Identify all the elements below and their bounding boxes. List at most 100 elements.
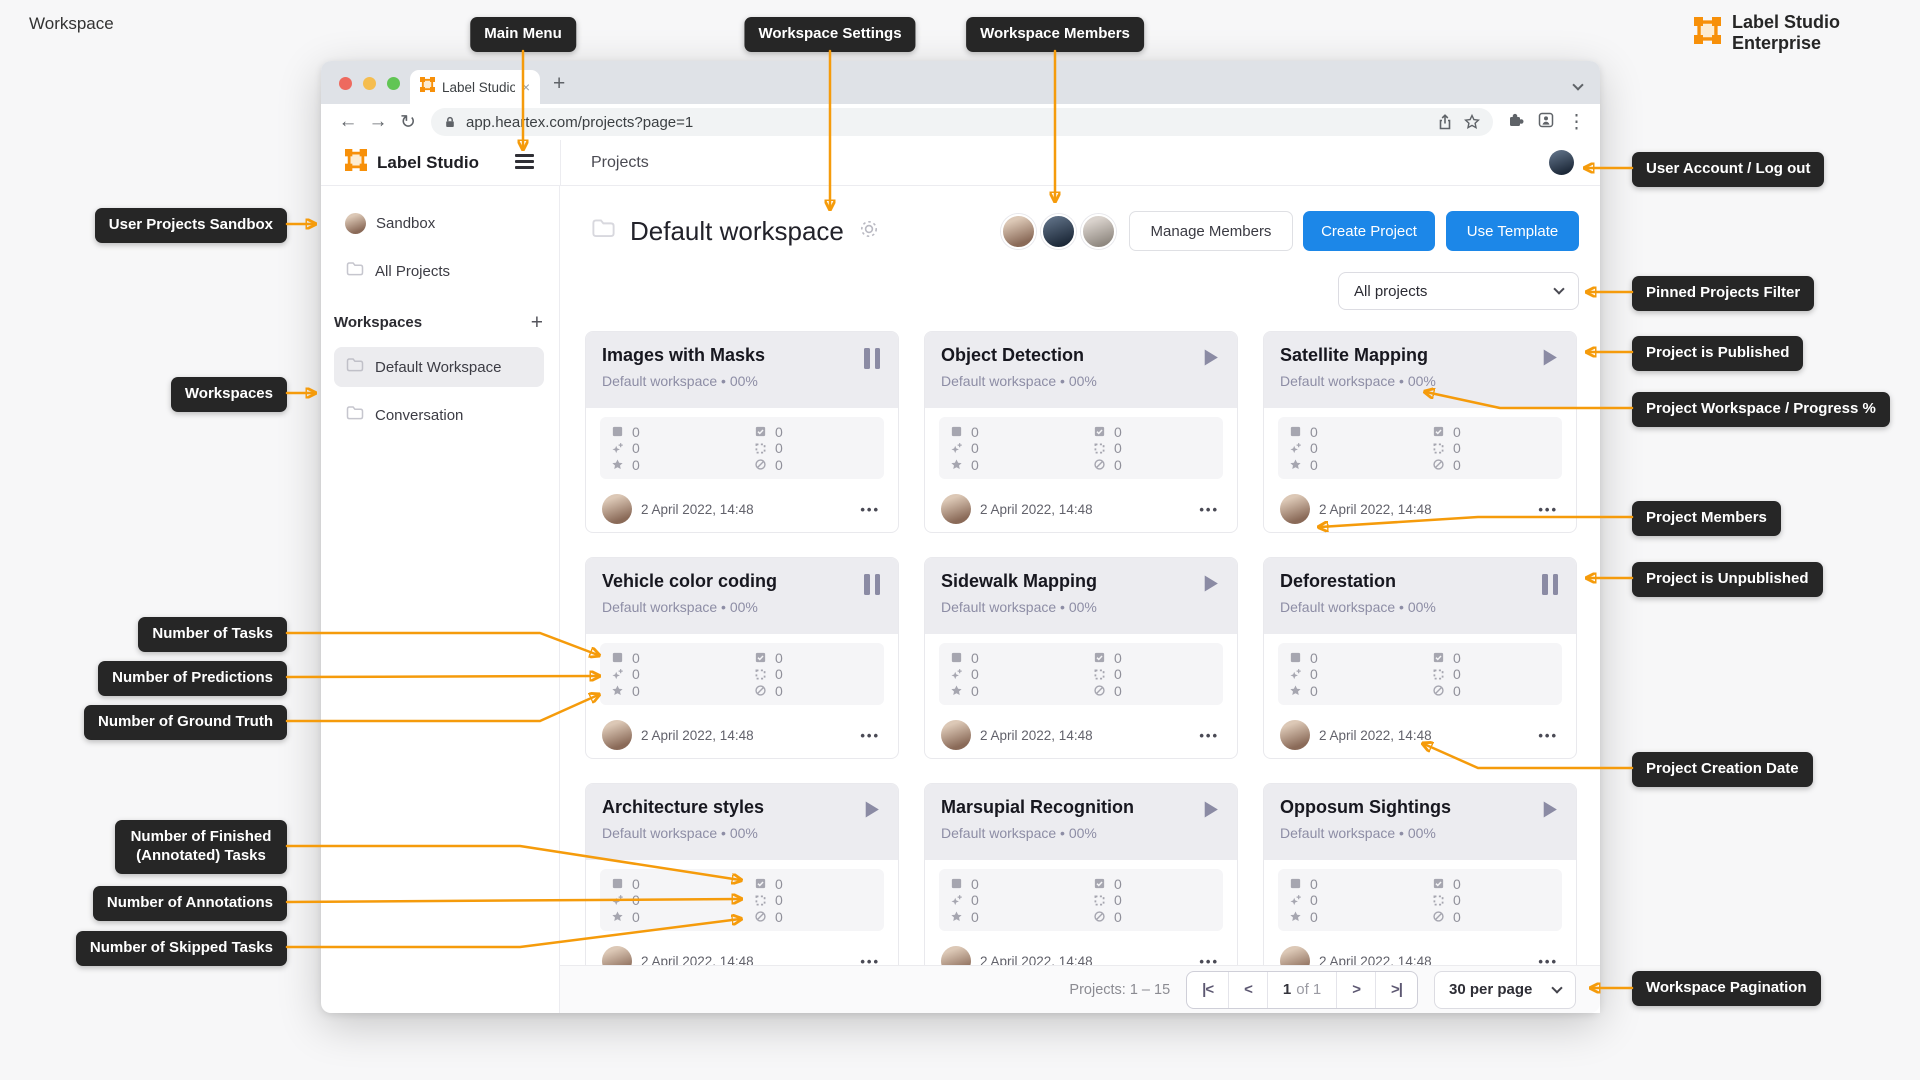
project-meta: Default workspace • 00%	[941, 373, 1097, 389]
workspace-member-avatars[interactable]	[1001, 213, 1116, 249]
project-title[interactable]: Deforestation	[1280, 571, 1558, 592]
new-tab-icon[interactable]: +	[553, 72, 565, 96]
project-member-avatar[interactable]	[941, 494, 971, 524]
annotations-icon	[1432, 894, 1445, 907]
workspace-settings-gear-icon[interactable]	[858, 218, 880, 245]
skipped-tasks-count: 0	[1453, 908, 1461, 925]
callout-workspace-pagination: Workspace Pagination	[1632, 971, 1821, 1006]
main-menu-icon[interactable]	[515, 154, 534, 172]
back-icon[interactable]: ←	[335, 111, 361, 133]
close-tab-icon[interactable]: ×	[522, 79, 530, 95]
tasks-count: 0	[971, 423, 979, 440]
project-member-avatar[interactable]	[1280, 720, 1310, 750]
browser-menu-icon[interactable]: ⋮	[1567, 111, 1586, 134]
member-avatar[interactable]	[1001, 213, 1036, 249]
project-card[interactable]: Deforestation Default workspace • 00% 0 …	[1263, 557, 1577, 759]
extensions-puzzle-icon[interactable]	[1507, 111, 1525, 134]
project-menu-icon[interactable]: •••	[860, 728, 880, 743]
sidebar-item-all-projects[interactable]: All Projects	[334, 256, 546, 286]
project-title[interactable]: Satellite Mapping	[1280, 345, 1558, 366]
tasks-icon	[611, 651, 624, 664]
filter-value: All projects	[1354, 282, 1428, 300]
project-member-avatar[interactable]	[602, 720, 632, 750]
project-title[interactable]: Sidewalk Mapping	[941, 571, 1219, 592]
tasks-icon	[611, 877, 624, 890]
next-page-button[interactable]: >	[1337, 971, 1377, 1008]
project-title[interactable]: Images with Masks	[602, 345, 880, 366]
window-controls[interactable]	[339, 77, 400, 90]
project-menu-icon[interactable]: •••	[1199, 954, 1219, 966]
address-bar[interactable]: app.heartex.com/projects?page=1	[431, 108, 1493, 136]
tab-favicon-icon	[420, 77, 435, 97]
project-card[interactable]: Vehicle color coding Default workspace •…	[585, 557, 899, 759]
project-card-header: Deforestation Default workspace • 00%	[1264, 558, 1576, 634]
project-title[interactable]: Vehicle color coding	[602, 571, 880, 592]
project-title[interactable]: Marsupial Recognition	[941, 797, 1219, 818]
first-page-button[interactable]: |<	[1187, 971, 1230, 1008]
forward-icon[interactable]: →	[365, 111, 391, 133]
project-menu-icon[interactable]: •••	[860, 954, 880, 966]
project-menu-icon[interactable]: •••	[860, 502, 880, 517]
project-member-avatar[interactable]	[941, 946, 971, 965]
finished-tasks-icon	[754, 425, 767, 438]
page-title: Projects	[591, 153, 649, 171]
project-card[interactable]: Opposum Sightings Default workspace • 00…	[1263, 783, 1577, 965]
browser-tab[interactable]: Label Studio ×	[410, 70, 540, 104]
project-menu-icon[interactable]: •••	[1199, 502, 1219, 517]
manage-members-button[interactable]: Manage Members	[1129, 211, 1293, 251]
last-page-button[interactable]: >|	[1376, 972, 1417, 1008]
ground-truth-count: 0	[971, 682, 979, 699]
tasks-count: 0	[1310, 423, 1318, 440]
project-menu-icon[interactable]: •••	[1538, 502, 1558, 517]
callout-workspaces: Workspaces	[170, 377, 287, 412]
project-card[interactable]: Images with Masks Default workspace • 00…	[585, 331, 899, 533]
project-card[interactable]: Architecture styles Default workspace • …	[585, 783, 899, 965]
project-menu-icon[interactable]: •••	[1538, 954, 1558, 966]
member-avatar[interactable]	[1081, 213, 1116, 249]
add-workspace-icon[interactable]: +	[531, 312, 543, 333]
predictions-icon	[611, 668, 624, 681]
tabbar-chevron-icon[interactable]	[1572, 76, 1584, 94]
app-header: Label Studio Projects	[321, 140, 1600, 186]
share-icon[interactable]	[1436, 113, 1454, 131]
project-card[interactable]: Marsupial Recognition Default workspace …	[924, 783, 1238, 965]
use-template-button[interactable]: Use Template	[1446, 211, 1579, 251]
project-card-footer: 2 April 2022, 14:48 •••	[941, 494, 1221, 524]
sidebar-item-default-workspace[interactable]: Default Workspace	[334, 347, 544, 387]
project-member-avatar[interactable]	[1280, 946, 1310, 965]
per-page-select[interactable]: 30 per page	[1434, 970, 1576, 1009]
callout-number-of-tasks: Number of Tasks	[138, 617, 287, 652]
tasks-icon	[950, 651, 963, 664]
project-card[interactable]: Satellite Mapping Default workspace • 00…	[1263, 331, 1577, 533]
create-project-button[interactable]: Create Project	[1303, 211, 1435, 251]
profile-panel-icon[interactable]	[1537, 111, 1555, 134]
reload-icon[interactable]: ↻	[395, 111, 421, 134]
finished-tasks-icon	[1093, 651, 1106, 664]
project-member-avatar[interactable]	[941, 720, 971, 750]
ground-truth-count: 0	[1310, 682, 1318, 699]
project-card-header: Images with Masks Default workspace • 00…	[586, 332, 898, 408]
member-avatar[interactable]	[1041, 213, 1076, 249]
project-member-avatar[interactable]	[602, 494, 632, 524]
project-created-date: 2 April 2022, 14:48	[1319, 727, 1432, 743]
callout-project-is-published: Project is Published	[1632, 336, 1804, 371]
user-account-avatar[interactable]	[1549, 150, 1574, 175]
prev-page-button[interactable]: <	[1229, 971, 1268, 1008]
project-menu-icon[interactable]: •••	[1538, 728, 1558, 743]
sidebar-item-sandbox[interactable]: Sandbox	[334, 208, 546, 238]
bookmark-star-icon[interactable]	[1463, 113, 1481, 131]
project-card[interactable]: Sidewalk Mapping Default workspace • 00%…	[924, 557, 1238, 759]
project-play-icon	[1203, 800, 1219, 824]
per-page-value: 30 per page	[1449, 981, 1533, 998]
project-title[interactable]: Architecture styles	[602, 797, 880, 818]
project-title[interactable]: Object Detection	[941, 345, 1219, 366]
callout-number-of-skipped: Number of Skipped Tasks	[75, 931, 287, 966]
project-title[interactable]: Opposum Sightings	[1280, 797, 1558, 818]
project-member-avatar[interactable]	[1280, 494, 1310, 524]
project-member-avatar[interactable]	[602, 946, 632, 965]
project-card[interactable]: Object Detection Default workspace • 00%…	[924, 331, 1238, 533]
pinned-projects-filter-select[interactable]: All projects	[1338, 272, 1579, 310]
sidebar-item-conversation[interactable]: Conversation	[334, 395, 544, 435]
project-menu-icon[interactable]: •••	[1199, 728, 1219, 743]
project-play-icon	[1203, 574, 1219, 598]
